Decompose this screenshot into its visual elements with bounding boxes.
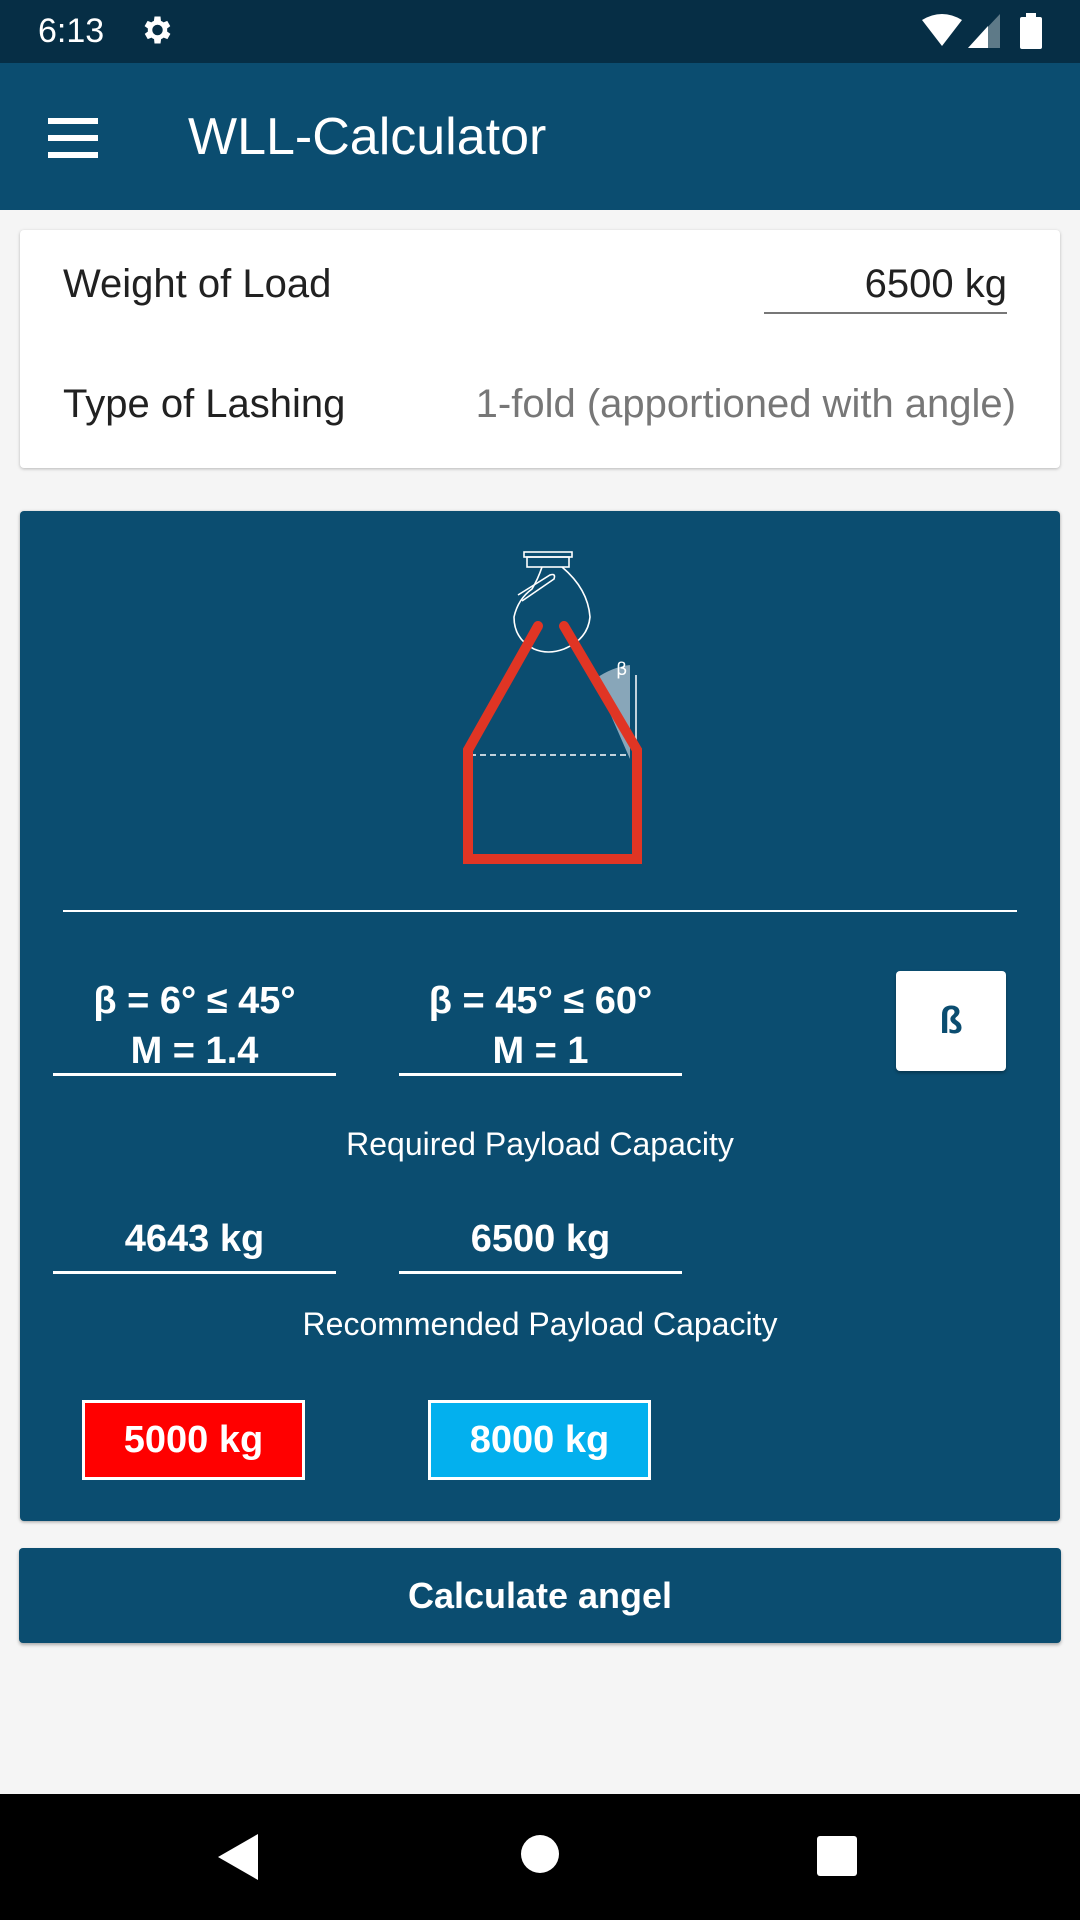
weight-input[interactable]: 6500 kg <box>764 260 1007 314</box>
required-capacity-label: Required Payload Capacity <box>346 1126 734 1162</box>
calculate-angle-button[interactable]: Calculate angel <box>19 1548 1061 1643</box>
hamburger-menu-icon[interactable] <box>48 118 98 158</box>
input-card: Weight of Load 6500 kg Type of Lashing 1… <box>20 230 1060 468</box>
app-bar: WLL-Calculator <box>0 63 1080 210</box>
lashing-type-select[interactable]: 1-fold (apportioned with angle) <box>476 382 1016 427</box>
status-bar: 6:13 <box>0 0 1080 63</box>
beta-label: β <box>616 659 628 680</box>
recents-icon[interactable] <box>817 1836 857 1876</box>
range-2: β = 45° ≤ 60° M = 1 <box>399 976 682 1076</box>
recommended-capacity-1: 5000 kg <box>82 1400 305 1480</box>
range-1: β = 6° ≤ 45° M = 1.4 <box>53 976 336 1076</box>
result-panel: β β = 6° ≤ 45° M = 1.4 β = 45° ≤ 60° M =… <box>20 511 1060 1521</box>
weight-label: Weight of Load <box>63 262 332 306</box>
recommended-capacity-label: Recommended Payload Capacity <box>302 1306 778 1342</box>
required-capacity-2: 6500 kg <box>399 1211 682 1274</box>
app-title: WLL-Calculator <box>188 108 547 166</box>
crane-hook-icon <box>513 551 591 653</box>
range-1-factor: M = 1.4 <box>130 1030 259 1072</box>
navigation-bar <box>0 1794 1080 1920</box>
back-icon[interactable] <box>218 1834 262 1880</box>
signal-icon <box>968 14 1000 48</box>
recommended-capacity-2: 8000 kg <box>428 1400 651 1480</box>
sling-rope <box>463 621 642 864</box>
divider <box>63 910 1017 912</box>
status-time: 6:13 <box>38 12 105 50</box>
wifi-icon <box>922 14 962 46</box>
battery-icon <box>1020 13 1042 49</box>
beta-button[interactable]: ß <box>896 971 1006 1071</box>
sling-diagram: β <box>463 551 642 864</box>
lashing-label: Type of Lashing <box>63 382 346 426</box>
gear-icon <box>144 16 171 44</box>
range-2-factor: M = 1 <box>492 1030 589 1072</box>
home-icon[interactable] <box>520 1834 560 1874</box>
range-1-angle: β = 6° ≤ 45° <box>93 980 296 1022</box>
required-capacity-1: 4643 kg <box>53 1211 336 1274</box>
range-2-angle: β = 45° ≤ 60° <box>428 980 653 1022</box>
